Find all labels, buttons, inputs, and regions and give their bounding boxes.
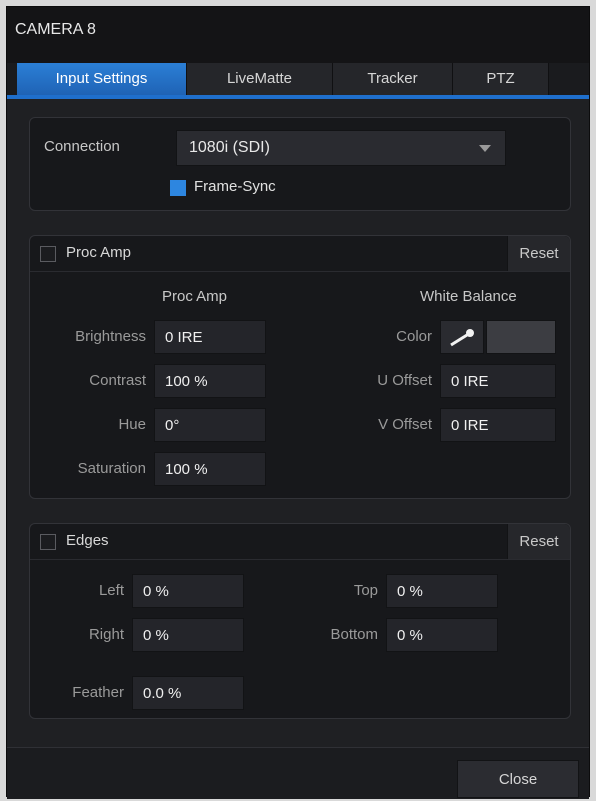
contrast-field[interactable]: 100 % [154,364,266,398]
bottom-label: Bottom [330,626,378,643]
hue-field[interactable]: 0° [154,408,266,442]
white-balance-header: White Balance [420,288,517,305]
tab-input-settings[interactable]: Input Settings [17,63,187,95]
v-offset-field[interactable]: 0 IRE [440,408,556,442]
edges-reset-button[interactable]: Reset [507,524,570,559]
connection-label: Connection [44,138,120,155]
title-bar: CAMERA 8 [7,7,589,63]
feather-field[interactable]: 0.0 % [132,676,244,710]
close-button[interactable]: Close [457,760,579,798]
feather-label: Feather [72,684,124,701]
left-field[interactable]: 0 % [132,574,244,608]
tab-livematte[interactable]: LiveMatte [187,63,333,95]
bottom-field[interactable]: 0 % [386,618,498,652]
tab-bar: Input Settings LiveMatte Tracker PTZ [7,63,589,99]
hue-label: Hue [118,416,146,433]
camera-settings-window: CAMERA 8 Input Settings LiveMatte Tracke… [6,6,590,799]
connection-value: 1080i (SDI) [189,139,270,156]
eyedropper-icon [450,329,474,347]
eyedropper-button[interactable] [440,320,484,354]
proc-amp-reset-button[interactable]: Reset [507,236,570,271]
edges-checkbox[interactable] [40,534,56,550]
saturation-label: Saturation [77,460,146,477]
proc-amp-panel: Proc Amp Reset Proc Amp White Balance Br… [29,235,571,499]
contrast-label: Contrast [89,372,146,389]
v-offset-label: V Offset [378,416,432,433]
connection-panel: Connection 1080i (SDI) Frame-Sync [29,117,571,211]
brightness-label: Brightness [75,328,146,345]
edges-panel: Edges Reset Left 0 % Right 0 % Top 0 % B… [29,523,571,719]
u-offset-field[interactable]: 0 IRE [440,364,556,398]
proc-amp-section-label: Proc Amp [66,244,132,261]
brightness-field[interactable]: 0 IRE [154,320,266,354]
tab-tracker[interactable]: Tracker [333,63,453,95]
proc-amp-header: Proc Amp Reset [30,236,570,272]
edges-header: Edges Reset [30,524,570,560]
proc-amp-column-header: Proc Amp [162,288,228,305]
window-title: CAMERA 8 [15,21,96,38]
right-field[interactable]: 0 % [132,618,244,652]
u-offset-label: U Offset [377,372,432,389]
proc-amp-checkbox[interactable] [40,246,56,262]
saturation-field[interactable]: 100 % [154,452,266,486]
frame-sync-checkbox[interactable] [170,180,186,196]
frame-sync-label: Frame-Sync [194,178,276,195]
connection-dropdown[interactable]: 1080i (SDI) [176,130,506,166]
chevron-down-icon [479,145,491,152]
right-label: Right [88,626,124,643]
edges-section-label: Edges [66,532,109,549]
top-field[interactable]: 0 % [386,574,498,608]
tab-ptz[interactable]: PTZ [453,63,549,95]
dialog-footer: Close [7,747,589,799]
white-balance-color-swatch[interactable] [486,320,556,354]
top-label: Top [353,582,378,599]
color-label: Color [396,328,432,345]
left-label: Left [98,582,124,599]
